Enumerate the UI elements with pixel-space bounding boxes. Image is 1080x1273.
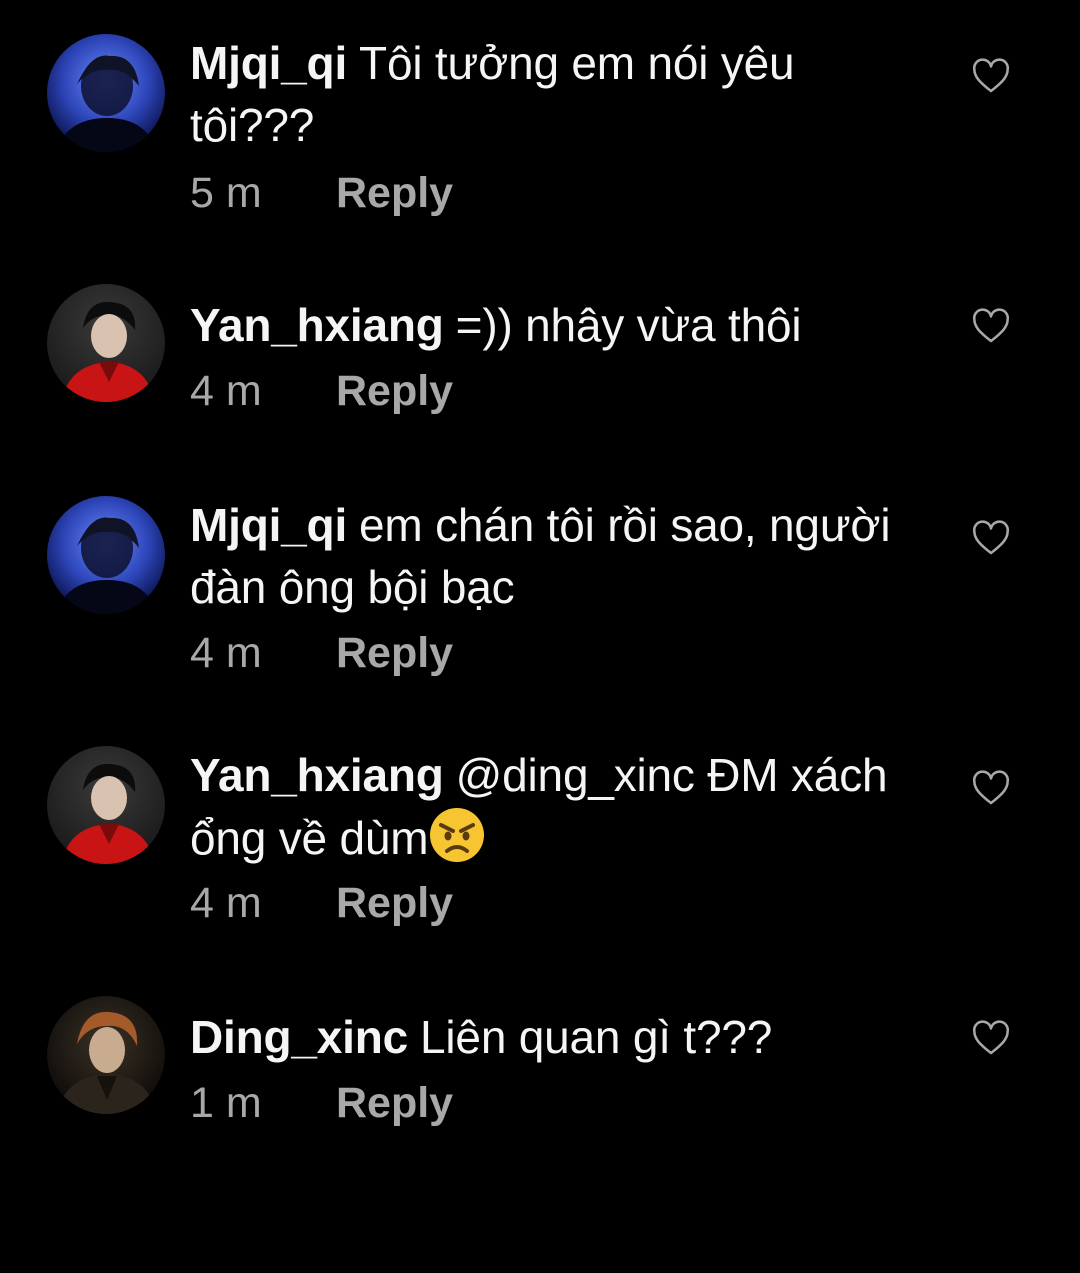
user-avatar[interactable] [47,34,165,152]
heart-icon[interactable] [972,770,1010,806]
comment-body: Liên quan gì t??? [420,1011,773,1063]
comment-timestamp: 4 m [190,629,262,677]
comment-username[interactable]: Mjqi_qi [190,37,347,89]
reply-button[interactable]: Reply [336,879,453,927]
reply-button[interactable]: Reply [336,169,453,217]
comment-username[interactable]: Yan_hxiang [190,749,444,801]
comment-meta: 5 m Reply [190,168,453,218]
comment-timestamp: 4 m [190,367,262,415]
heart-icon[interactable] [972,1020,1010,1056]
comment-timestamp: 4 m [190,879,262,927]
comment-timestamp: 1 m [190,1079,262,1127]
comment-text: Yan_hxiang @ding_xinc ĐM xách ổng về dùm [190,744,910,869]
comment-timestamp: 5 m [190,169,262,217]
heart-icon[interactable] [972,520,1010,556]
reply-button[interactable]: Reply [336,1079,453,1127]
comment-username[interactable]: Mjqi_qi [190,499,347,551]
reply-button[interactable]: Reply [336,367,453,415]
comment-meta: 4 m Reply [190,366,453,416]
reply-button[interactable]: Reply [336,629,453,677]
user-avatar[interactable] [47,496,165,614]
heart-icon[interactable] [972,58,1010,94]
comment-text: Ding_xinc Liên quan gì t??? [190,1006,910,1068]
comment-text: Mjqi_qi Tôi tưởng em nói yêu tôi??? [190,32,910,156]
angry-face-emoji [428,806,486,864]
comment-username[interactable]: Ding_xinc [190,1011,408,1063]
comment-text: Yan_hxiang =)) nhây vừa thôi [190,294,910,356]
comment-text: Mjqi_qi em chán tôi rồi sao, người đàn ôn… [190,494,910,618]
comment-meta: 4 m Reply [190,878,453,928]
comment-meta: 4 m Reply [190,628,453,678]
comment-meta: 1 m Reply [190,1078,453,1128]
user-avatar[interactable] [47,746,165,864]
user-avatar[interactable] [47,284,165,402]
comment-username[interactable]: Yan_hxiang [190,299,444,351]
heart-icon[interactable] [972,308,1010,344]
user-avatar[interactable] [47,996,165,1114]
comment-body: =)) nhây vừa thôi [455,299,802,351]
